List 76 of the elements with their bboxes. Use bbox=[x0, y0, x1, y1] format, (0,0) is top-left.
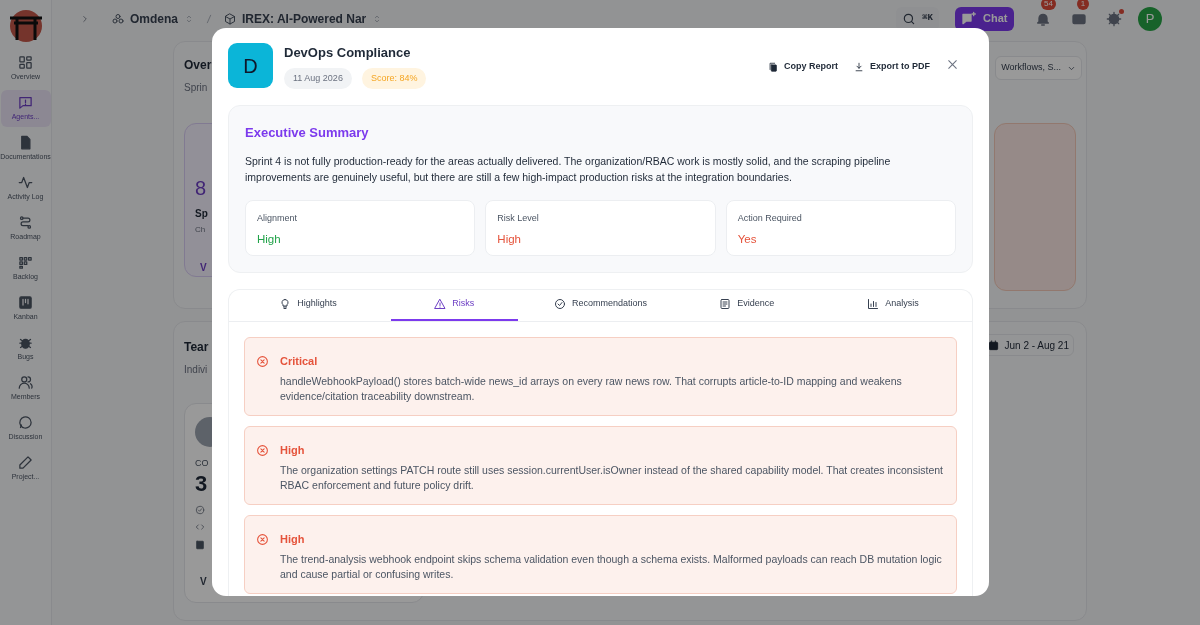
kanban-icon bbox=[18, 294, 33, 310]
severity-label: Critical bbox=[280, 353, 319, 369]
download-icon bbox=[854, 61, 864, 72]
lightbulb-icon bbox=[279, 298, 292, 310]
section-title: Over bbox=[184, 57, 212, 74]
check-circle-icon bbox=[553, 298, 566, 310]
members-icon bbox=[18, 374, 33, 390]
tab[interactable]: Recommendations bbox=[537, 289, 664, 321]
chat-sparkle-icon bbox=[961, 10, 977, 27]
metric-label: Action Required bbox=[737, 211, 803, 225]
tab[interactable]: Risks bbox=[390, 289, 518, 321]
metric-value: High bbox=[257, 232, 282, 247]
activity-icon bbox=[18, 174, 33, 190]
copy-report-button[interactable]: Copy Report bbox=[768, 60, 838, 74]
grid-icon bbox=[18, 54, 33, 70]
section-title: Tear bbox=[184, 339, 209, 356]
member-label: CO bbox=[195, 457, 209, 470]
updown-icon bbox=[184, 13, 194, 24]
stat-title: Sp bbox=[195, 207, 208, 221]
code-icon bbox=[195, 521, 205, 532]
search-icon bbox=[902, 11, 917, 26]
settings-icon bbox=[1106, 10, 1122, 27]
dialog-title: DevOps Compliance bbox=[284, 44, 412, 62]
close-icon bbox=[946, 58, 959, 71]
error-icon bbox=[256, 354, 269, 368]
backlog-icon bbox=[18, 254, 33, 270]
user-avatar[interactable]: P bbox=[1138, 6, 1162, 31]
severity-label: High bbox=[280, 531, 306, 547]
export-button[interactable]: Export to PDF bbox=[854, 60, 930, 74]
slash-icon bbox=[204, 13, 214, 24]
close-button[interactable] bbox=[946, 58, 959, 71]
section-heading: Executive Summary bbox=[245, 124, 370, 142]
cube-icon bbox=[224, 12, 236, 25]
settings-button[interactable] bbox=[1106, 10, 1122, 27]
stat-caption: Ch bbox=[195, 224, 206, 236]
tab[interactable]: Evidence bbox=[683, 289, 811, 321]
member-value: 3 bbox=[195, 472, 208, 495]
metric-value: Yes bbox=[737, 232, 758, 247]
report-avatar: D bbox=[228, 43, 273, 88]
chat-icon bbox=[18, 414, 33, 430]
stat-value: 8 bbox=[195, 178, 207, 198]
risk-text: handleWebhookPayload() stores batch-wide news_id arrays on every raw news row. That corrupts article-to-ID mapping and weakens evidence/citation traceability downstream. bbox=[280, 374, 903, 404]
section-subtitle: Indivi bbox=[184, 363, 209, 377]
error-icon bbox=[256, 443, 269, 457]
chevron-right-icon bbox=[80, 13, 90, 24]
check-circle-icon bbox=[195, 504, 205, 515]
error-icon bbox=[256, 532, 269, 546]
copy-icon bbox=[768, 61, 778, 72]
tab[interactable]: Analysis bbox=[829, 289, 957, 321]
metric-label: Risk Level bbox=[497, 211, 540, 225]
section-subtitle: Sprin bbox=[184, 81, 209, 95]
chat-button[interactable]: Chat bbox=[955, 6, 1014, 31]
view-link[interactable]: V bbox=[200, 573, 207, 589]
risk-text: The trend-analysis webhook endpoint skips schema validation even though a schema exists. Malformed payloads can reach DB mutation logic and cause partial or confusing writes. bbox=[280, 552, 943, 582]
list-icon bbox=[719, 298, 732, 310]
metric-label: Alignment bbox=[257, 211, 299, 225]
filter-dropdown[interactable]: Workflows, S... bbox=[995, 56, 1082, 80]
route-icon bbox=[18, 214, 33, 230]
count-badge: 1 bbox=[1077, 0, 1089, 10]
warning-icon bbox=[434, 298, 447, 310]
pencil-icon bbox=[18, 454, 33, 470]
workspace-icon bbox=[112, 12, 124, 25]
breadcrumb[interactable]: Omdena bbox=[112, 9, 194, 28]
bar-chart-icon bbox=[867, 298, 880, 310]
metric-value: High bbox=[497, 232, 522, 247]
tab[interactable]: Highlights bbox=[244, 289, 372, 321]
view-link[interactable]: V bbox=[200, 260, 207, 275]
risk-text: The organization settings PATCH route still uses session.currentUser.isOwner instead of the shared capability model. That creates inconsistent RBAC enforcement and future policy drift. bbox=[280, 463, 944, 493]
count-badge: 54 bbox=[1041, 0, 1056, 10]
score-tag: Score: 84% bbox=[361, 67, 427, 89]
calendar-icon bbox=[987, 339, 999, 351]
message-alert-icon bbox=[18, 94, 33, 110]
severity-label: High bbox=[280, 442, 306, 458]
summary-text: Sprint 4 is not fully production-ready for the areas actually delivered. The organization/RBAC work is mostly solid, and the scraping pipeline improvements are genuinely useful, but there are still a few high-impact production risks at the integration boundaries. bbox=[245, 153, 892, 185]
breadcrumb[interactable]: IREX: AI-Powered Nar bbox=[224, 9, 383, 28]
date-tag: 11 Aug 2026 bbox=[284, 67, 352, 89]
